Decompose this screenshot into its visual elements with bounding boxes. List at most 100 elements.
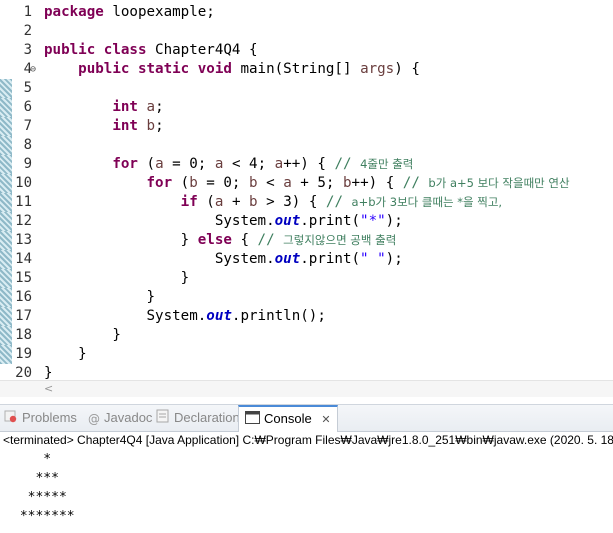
line-number: 18 bbox=[15, 327, 32, 343]
token: + bbox=[223, 194, 250, 210]
fold-toggle-icon[interactable]: ⊖ bbox=[30, 60, 36, 79]
line-number: 2 bbox=[23, 23, 32, 39]
code-line[interactable]: 20} bbox=[0, 364, 613, 380]
token: main(String[] bbox=[231, 61, 361, 77]
tab-console-label: Console bbox=[264, 411, 312, 426]
token: ; bbox=[155, 99, 164, 115]
code-line[interactable]: 3 public class Chapter4Q4 { bbox=[0, 41, 613, 60]
code-line[interactable]: 19 } bbox=[0, 345, 613, 364]
line-number: 16 bbox=[15, 289, 32, 305]
code-text: if (a + b > 3) { // a+b가 3보다 클때는 *을 찍고, bbox=[44, 193, 502, 212]
token-cm: // bbox=[334, 156, 361, 172]
token-var: b bbox=[249, 175, 258, 191]
token: ); bbox=[385, 251, 403, 267]
tab-console[interactable]: Console ✕ bbox=[238, 405, 338, 432]
token: ) { bbox=[394, 61, 420, 77]
code-line[interactable]: 2 bbox=[0, 22, 613, 41]
token: .print( bbox=[300, 251, 361, 267]
token-cm: // bbox=[257, 232, 284, 248]
javadoc-icon: @ bbox=[88, 411, 100, 426]
token-var: args bbox=[360, 61, 395, 77]
horizontal-scrollbar[interactable]: < bbox=[0, 380, 613, 397]
token-kw: else bbox=[197, 232, 232, 248]
token-var: a bbox=[155, 156, 164, 172]
token-cm-ko: a+b가 3보다 클때는 *을 찍고, bbox=[351, 195, 503, 209]
code-text: } bbox=[44, 364, 53, 380]
tab-declaration[interactable]: Declaration bbox=[156, 405, 240, 431]
token-str: " " bbox=[360, 251, 386, 267]
code-line[interactable]: 5 bbox=[0, 79, 613, 98]
code-text: System.out.print(" "); bbox=[44, 250, 403, 269]
code-editor[interactable]: 1 package loopexample; 2 3 public class Chap… bbox=[0, 0, 613, 380]
token-kw: public bbox=[78, 61, 130, 77]
token: System. bbox=[44, 213, 275, 229]
line-number: 19 bbox=[15, 346, 32, 362]
token-var: a bbox=[146, 99, 156, 115]
close-icon[interactable]: ✕ bbox=[321, 413, 330, 426]
code-line[interactable]: 7 int b; bbox=[0, 117, 613, 136]
code-text: } bbox=[44, 269, 190, 288]
code-line[interactable]: 8 bbox=[0, 136, 613, 155]
token: ( bbox=[137, 156, 156, 172]
code-line[interactable]: 10 for (b = 0; b < a + 5; b++) { // b가 a… bbox=[0, 174, 613, 193]
token: } bbox=[44, 232, 198, 248]
token: } bbox=[44, 346, 87, 362]
code-line[interactable]: 16 } bbox=[0, 288, 613, 307]
line-number: 6 bbox=[23, 99, 32, 115]
token-str: "*" bbox=[360, 213, 386, 229]
code-line[interactable]: 12 System.out.print("*"); bbox=[0, 212, 613, 231]
code-line[interactable]: 18 } bbox=[0, 326, 613, 345]
code-text: System.out.println(); bbox=[44, 307, 325, 326]
line-number: 7 bbox=[23, 118, 32, 134]
code-line[interactable]: 17 System.out.println(); bbox=[0, 307, 613, 326]
token-kw: class bbox=[103, 42, 147, 58]
token-var: a bbox=[283, 175, 292, 191]
code-line[interactable]: 15 } bbox=[0, 269, 613, 288]
token: { bbox=[231, 232, 258, 248]
code-line[interactable]: 6 int a; bbox=[0, 98, 613, 117]
token: Chapter4Q4 { bbox=[146, 42, 258, 58]
line-number: 10 bbox=[15, 175, 32, 191]
line-number: 5 bbox=[23, 80, 32, 96]
code-line[interactable]: 11 if (a + b > 3) { // a+b가 3보다 클때는 *을 찍… bbox=[0, 193, 613, 212]
code-text: for (b = 0; b < a + 5; b++) { // b가 a+5 … bbox=[44, 174, 570, 193]
code-text: int b; bbox=[44, 117, 164, 136]
code-line[interactable]: 14 System.out.print(" "); bbox=[0, 250, 613, 269]
line-number: 9 bbox=[23, 156, 32, 172]
scroll-left-icon[interactable]: < bbox=[44, 381, 53, 397]
code-line[interactable]: 1 package loopexample; bbox=[0, 3, 613, 22]
token: } bbox=[44, 289, 156, 305]
token-kw: int bbox=[112, 99, 138, 115]
code-text: } bbox=[44, 345, 87, 364]
code-line[interactable]: 13 } else { // 그렇지않으면 공백 출력 bbox=[0, 231, 613, 250]
token-kw: void bbox=[197, 61, 232, 77]
code-text: public static void main(String[] args) { bbox=[44, 60, 420, 79]
line-number: 3 bbox=[23, 42, 32, 58]
token: ); bbox=[385, 213, 403, 229]
tab-problems[interactable]: Problems bbox=[4, 405, 77, 431]
token-kw: static bbox=[137, 61, 190, 77]
token: = 0; bbox=[163, 156, 215, 172]
token: + 5; bbox=[291, 175, 343, 191]
code-text: } bbox=[44, 326, 121, 345]
code-line[interactable]: 9 for (a = 0; a < 4; a++) { // 4줄만 출력 bbox=[0, 155, 613, 174]
token-cm: // bbox=[402, 175, 429, 191]
token: ; bbox=[155, 118, 164, 134]
code-line[interactable]: 4 ⊖ public static void main(String[] args… bbox=[0, 60, 613, 79]
tab-javadoc[interactable]: @ Javadoc bbox=[88, 405, 152, 431]
token: > 3) { bbox=[257, 194, 326, 210]
token: System. bbox=[44, 308, 207, 324]
token-kw: for bbox=[112, 156, 138, 172]
output-line: * bbox=[12, 452, 52, 467]
console-output: * *** ***** ******* bbox=[0, 450, 613, 533]
token-kw: if bbox=[180, 194, 198, 210]
code-text: } bbox=[44, 288, 155, 307]
line-number: 8 bbox=[23, 137, 32, 153]
token: } bbox=[44, 327, 121, 343]
line-number: 13 bbox=[15, 232, 32, 248]
